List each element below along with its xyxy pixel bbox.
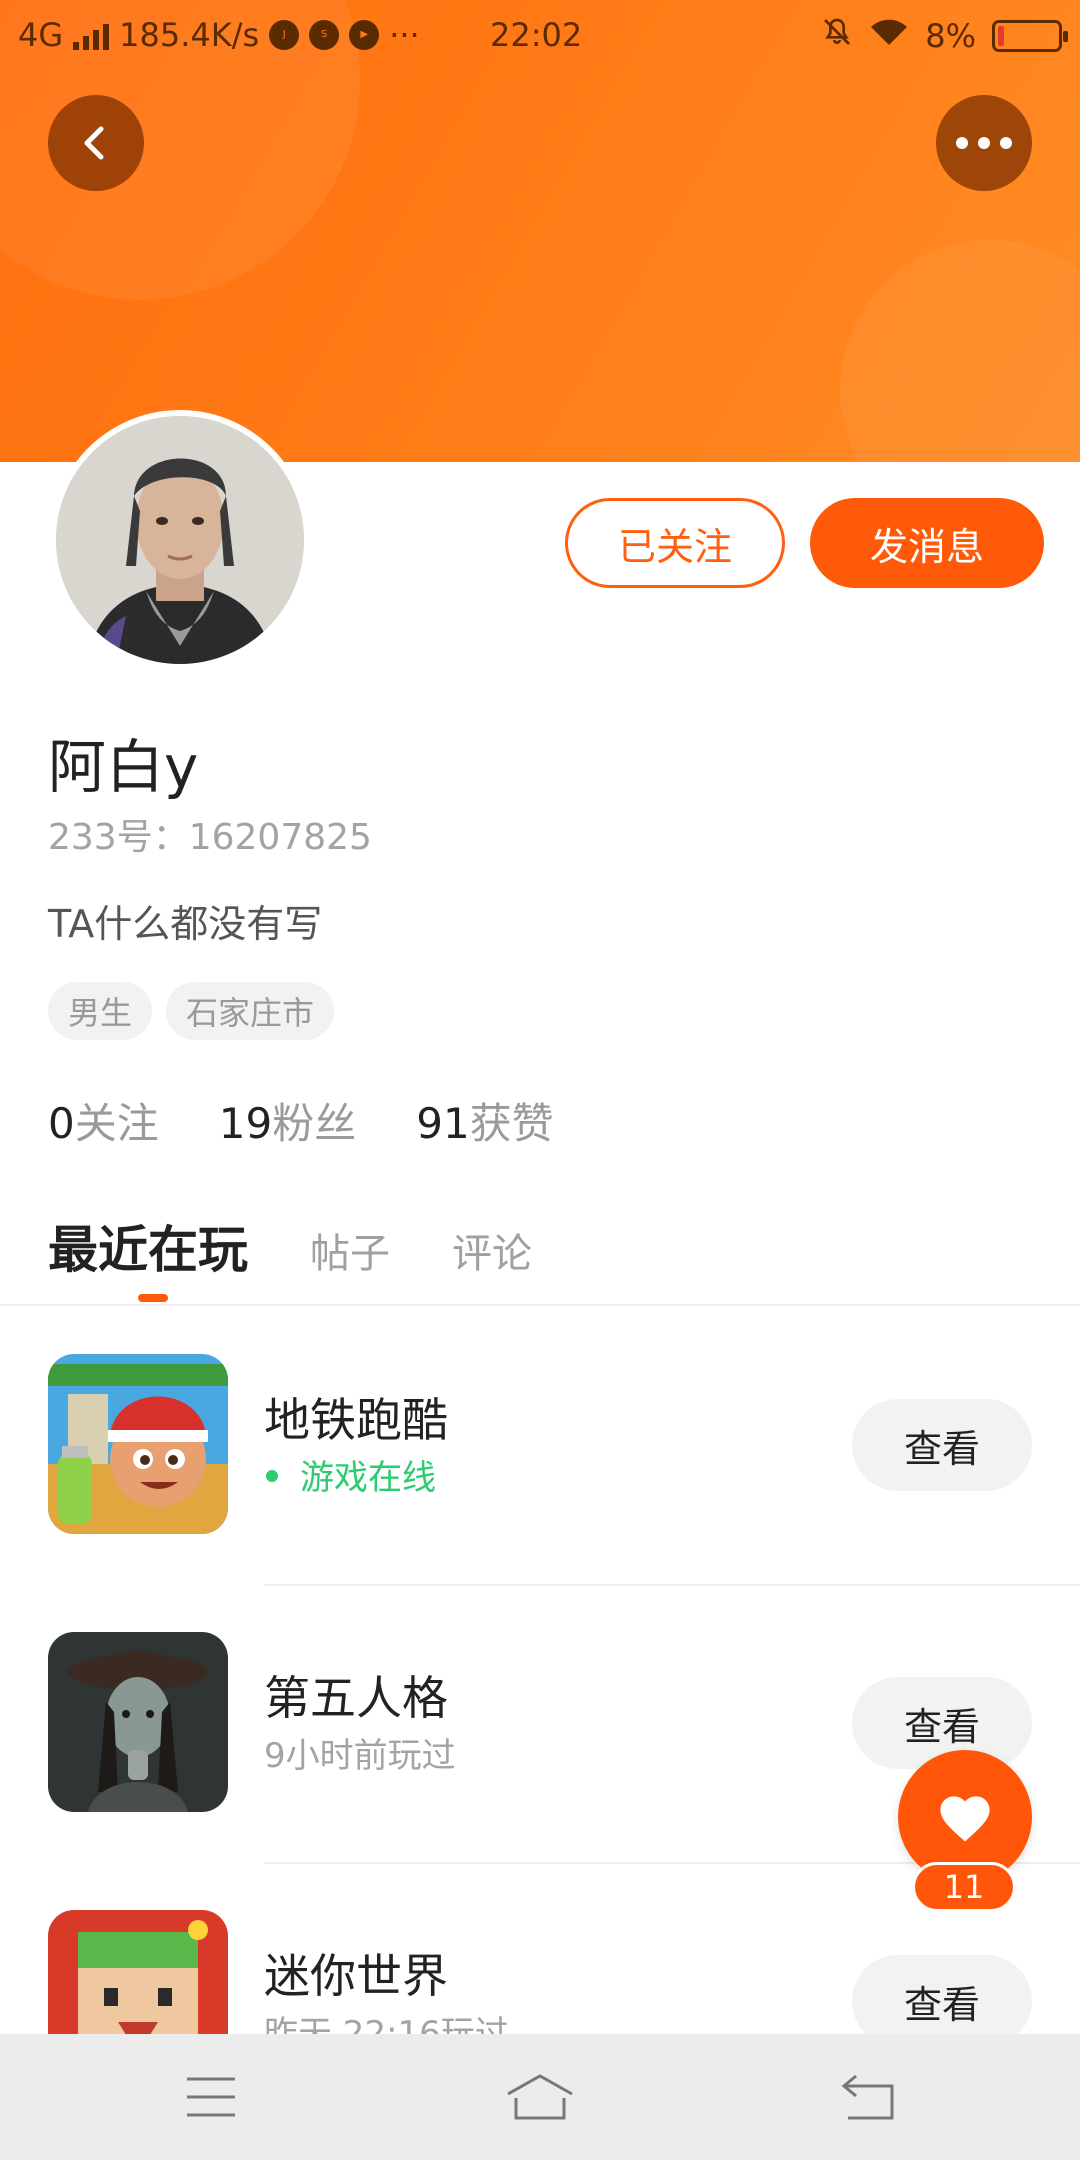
profile-stats: 0关注 19粉丝 91获赞 [48, 1090, 554, 1151]
gender-tag: 男生 [48, 982, 153, 1040]
menu-button[interactable] [161, 2062, 261, 2132]
mute-bell-icon [821, 16, 853, 56]
battery-percent: 8% [925, 17, 976, 55]
back-icon [841, 2074, 894, 2120]
view-button[interactable]: 查看 [852, 1399, 1032, 1491]
list-item[interactable]: 地铁跑酷 游戏在线 查看 [0, 1354, 1080, 1632]
fans-count: 19 [218, 1099, 273, 1148]
user-name: 阿白y [48, 733, 199, 801]
battery-icon [992, 20, 1068, 52]
network-speed: 185.4K/s [119, 16, 260, 54]
home-icon [507, 2074, 573, 2120]
tab-recent-games[interactable]: 最近在玩 [48, 1210, 248, 1282]
wifi-icon [869, 17, 909, 55]
online-dot [266, 1469, 278, 1482]
home-button[interactable] [490, 2062, 590, 2132]
user-id: 233号：16207825 [48, 817, 372, 858]
likes-count: 91 [416, 1099, 470, 1148]
profile-tabs: 最近在玩 帖子 评论 [48, 1210, 532, 1282]
likes-label: 获赞 [469, 1099, 554, 1148]
likes-stat: 91获赞 [416, 1090, 553, 1151]
send-message-button[interactable]: 发消息 [810, 498, 1044, 588]
following-stat[interactable]: 0关注 [48, 1090, 159, 1151]
chevron-left-icon [84, 126, 104, 160]
user-bio: TA什么都没有写 [48, 902, 323, 946]
system-nav-bar [0, 2034, 1080, 2160]
fans-stat[interactable]: 19粉丝 [219, 1090, 356, 1151]
more-button[interactable] [936, 95, 1032, 191]
game-status: 9小时前玩过 [264, 1736, 456, 1776]
back-nav-button[interactable] [818, 2062, 918, 2132]
status-left: 4G 185.4K/s J S ▶ ··· [18, 16, 420, 54]
app-notification-icon: J [269, 20, 300, 50]
menu-icon [187, 2077, 235, 2117]
more-horizontal-icon [956, 137, 1012, 149]
avatar-image [56, 416, 304, 664]
game-name: 迷你世界 [264, 1949, 448, 2003]
heart-icon [940, 1796, 990, 1842]
fans-label: 粉丝 [272, 1099, 357, 1148]
follow-button[interactable]: 已关注 [565, 498, 785, 588]
signal-icon [73, 20, 110, 50]
tab-indicator [138, 1294, 168, 1302]
back-button[interactable] [48, 95, 144, 191]
network-type: 4G [18, 16, 64, 54]
like-count-badge: 11 [912, 1862, 1016, 1912]
header-decoration [840, 240, 1080, 462]
location-tag: 石家庄市 [166, 982, 335, 1040]
game-icon-subway-surfers [48, 1354, 228, 1534]
game-name: 第五人格 [264, 1671, 448, 1725]
more-notifications: ··· [389, 16, 420, 54]
avatar[interactable] [50, 410, 310, 670]
tab-comments[interactable]: 评论 [452, 1221, 532, 1279]
game-status-text: 游戏在线 [300, 1458, 436, 1498]
game-icon-identity-v [48, 1632, 228, 1812]
clock: 22:02 [490, 16, 583, 54]
app-notification-icon: S [309, 20, 340, 50]
status-bar: 4G 185.4K/s J S ▶ ··· 22:02 8% [0, 0, 1080, 72]
status-right: 8% [821, 16, 1068, 56]
video-notification-icon: ▶ [349, 20, 380, 50]
tab-posts[interactable]: 帖子 [310, 1221, 390, 1279]
following-count: 0 [48, 1099, 75, 1148]
game-name: 地铁跑酷 [264, 1393, 448, 1447]
row-divider [264, 1584, 1080, 1586]
tabs-divider [0, 1304, 1080, 1306]
profile-tags: 男生 石家庄市 [48, 982, 335, 1040]
game-status-online: 游戏在线 [266, 1450, 436, 1499]
following-label: 关注 [74, 1099, 159, 1148]
